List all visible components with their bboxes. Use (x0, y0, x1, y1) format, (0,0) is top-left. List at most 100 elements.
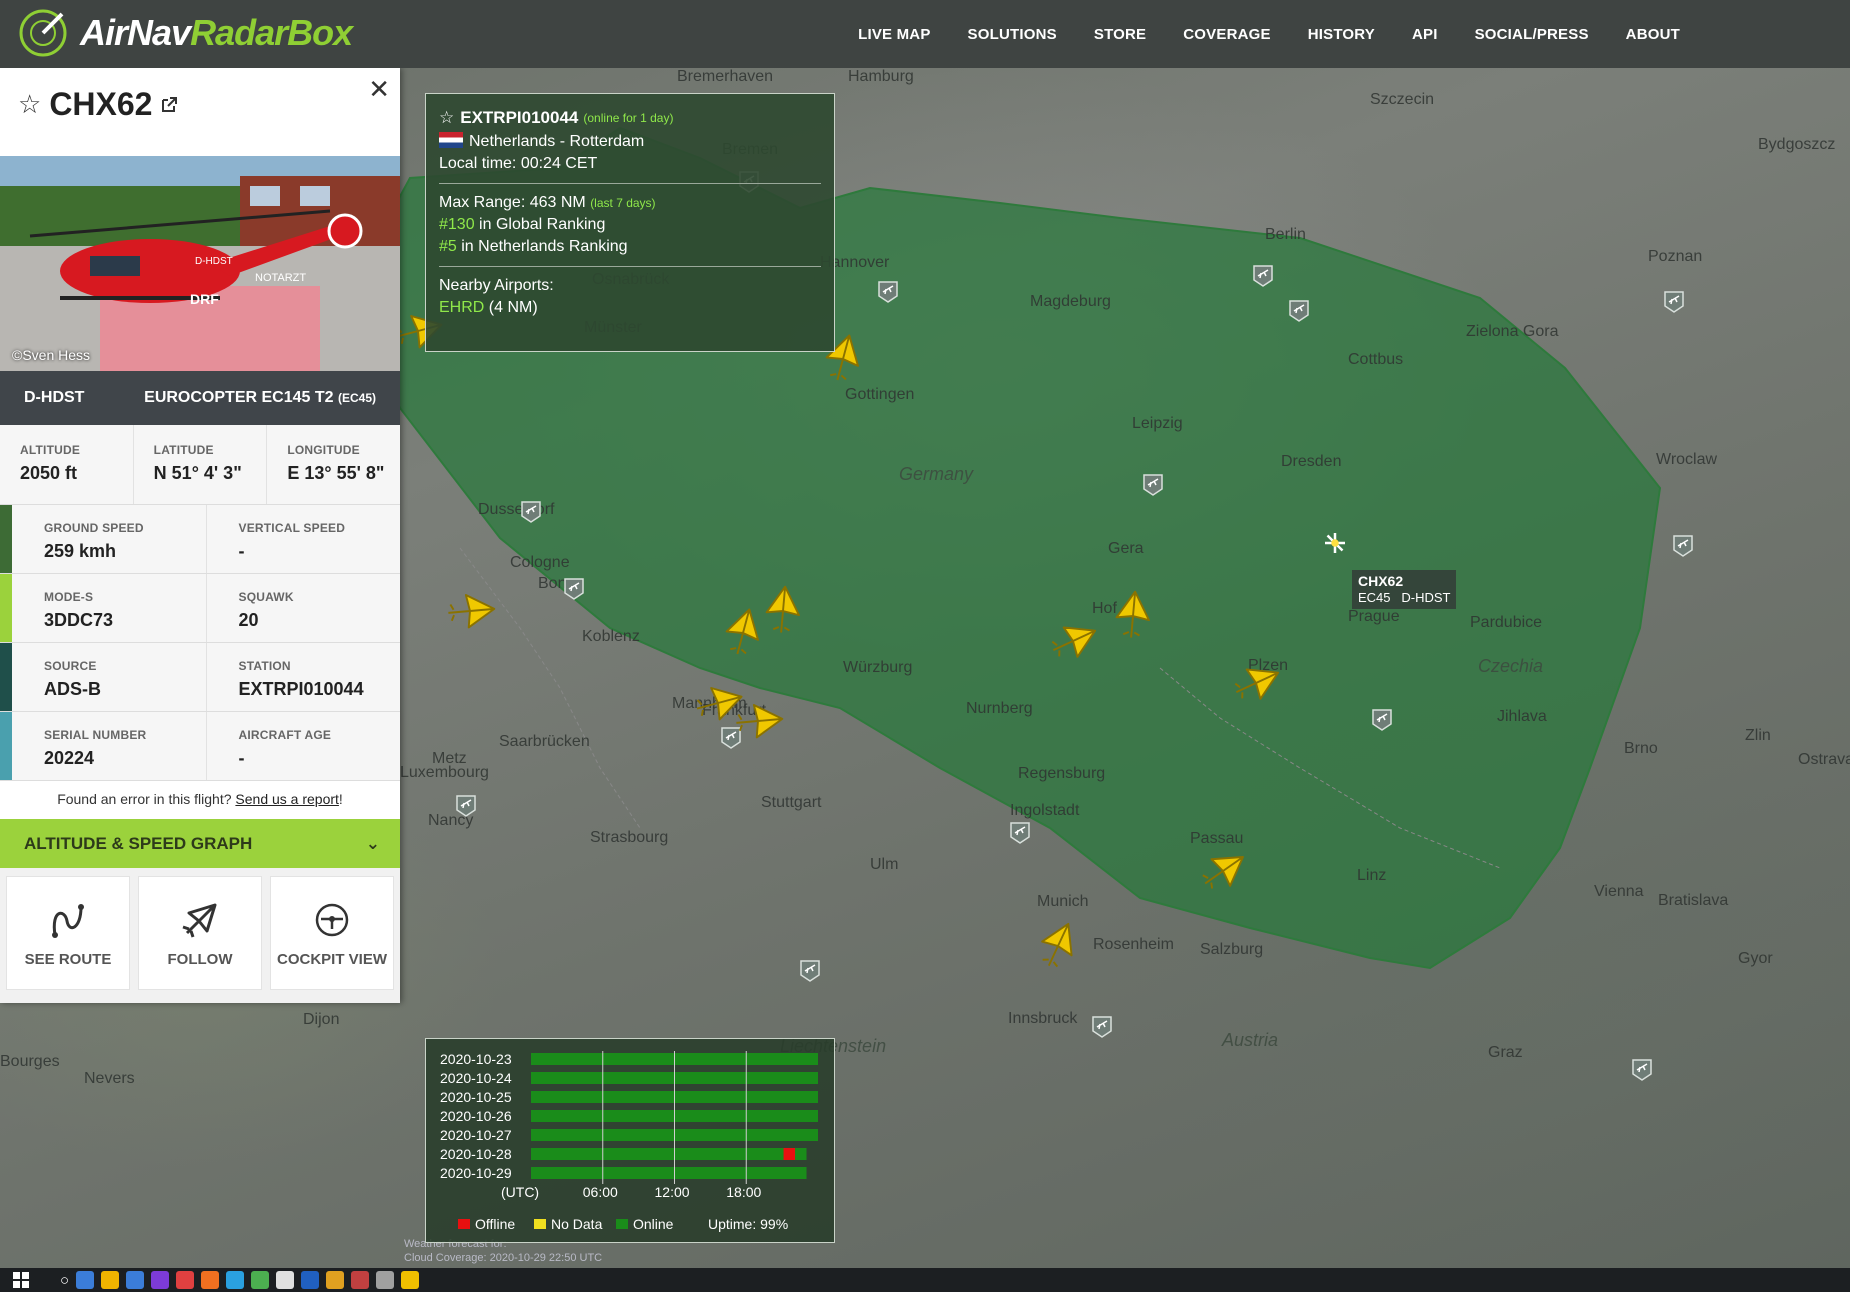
uptime-date-label: 2020-10-27 (440, 1127, 512, 1143)
svg-text:DRF: DRF (190, 291, 219, 307)
city-label-stuttgart: Stuttgart (761, 794, 822, 811)
city-label-poznan: Poznan (1648, 248, 1703, 265)
city-label-gera: Gera (1108, 540, 1144, 557)
uptime-percentage: Uptime: 99% (708, 1216, 788, 1232)
aircraft-age-value: - (238, 748, 245, 768)
nearby-airport-link[interactable]: EHRD (439, 299, 484, 316)
aircraft-icon[interactable] (1196, 844, 1249, 897)
city-label-salzburg: Salzburg (1200, 941, 1264, 958)
airport-marker-icon[interactable] (1672, 534, 1694, 558)
taskbar-app-icon[interactable] (126, 1271, 145, 1289)
nav-social-press[interactable]: SOCIAL/PRESS (1475, 26, 1589, 43)
city-label-vienna: Vienna (1594, 883, 1644, 900)
taskbar-app-icon[interactable] (401, 1271, 420, 1289)
airport-marker-icon[interactable] (1091, 1015, 1113, 1039)
altitude-speed-graph-toggle[interactable]: ALTITUDE & SPEED GRAPH ⌄ (0, 819, 400, 868)
logo[interactable]: AirNavRadarBox (18, 8, 353, 58)
nav-coverage[interactable]: COVERAGE (1183, 26, 1270, 43)
city-label-nevers: Nevers (84, 1070, 135, 1087)
city-label-cottbus: Cottbus (1348, 351, 1404, 368)
main-nav: LIVE MAP SOLUTIONS STORE COVERAGE HISTORY API… (821, 0, 1680, 68)
airport-marker-icon[interactable] (799, 959, 821, 983)
airport-marker-icon[interactable] (1142, 473, 1164, 497)
city-label-dresden: Dresden (1281, 453, 1342, 470)
action-buttons: SEE ROUTE FOLLOW COCKPIT VIEW (0, 868, 400, 998)
taskbar-app-icon[interactable] (276, 1271, 295, 1289)
windows-start-icon[interactable] (12, 1271, 30, 1289)
nav-about[interactable]: ABOUT (1626, 26, 1680, 43)
airport-marker-icon[interactable] (1252, 264, 1274, 288)
search-icon[interactable]: ○ (60, 1272, 69, 1289)
cockpit-view-button[interactable]: COCKPIT VIEW (270, 876, 394, 990)
station-name[interactable]: EXTRPI010044 (460, 108, 578, 128)
city-label-zlin: Zlin (1745, 727, 1771, 744)
max-range: Max Range: 463 NM (439, 194, 586, 211)
taskbar-app-icon[interactable] (351, 1271, 370, 1289)
taskbar-app-icon[interactable] (76, 1271, 95, 1289)
taskbar-app-icon[interactable] (201, 1271, 220, 1289)
city-label-dusseldorf: Dusseldorf (478, 501, 555, 518)
city-label-szczecin: Szczecin (1370, 91, 1435, 108)
external-link-icon[interactable] (160, 96, 178, 114)
aircraft-label[interactable]: CHX62 EC45 D-HDST (1352, 570, 1457, 609)
airport-marker-icon[interactable] (520, 500, 542, 524)
favorite-star-icon[interactable]: ☆ (439, 108, 454, 128)
airport-marker-icon[interactable] (1009, 821, 1031, 845)
uptime-legend-label: No Data (551, 1216, 603, 1232)
squawk-value: 20 (238, 610, 259, 630)
taskbar-app-icon[interactable] (301, 1271, 320, 1289)
airport-marker-icon[interactable] (1371, 708, 1393, 732)
uptime-chart: 2020-10-23 2020-10-24 2020-10-25 2020-10-26… (425, 1038, 835, 1243)
uptime-date-label: 2020-10-26 (440, 1108, 512, 1124)
airport-marker-icon[interactable] (1288, 299, 1310, 323)
aircraft-photo[interactable]: D-HDST NOTARZT DRF ©Sven Hess (0, 156, 400, 371)
registration[interactable]: D-HDST (24, 389, 84, 407)
airport-marker-icon[interactable] (1631, 1058, 1653, 1082)
netherlands-flag-icon (439, 132, 463, 148)
uptime-legend-swatch (534, 1219, 546, 1229)
favorite-star-icon[interactable]: ☆ (18, 89, 41, 120)
city-label-w-rzburg: Würzburg (843, 659, 913, 676)
uptime-x-tick-label: 18:00 (726, 1184, 761, 1200)
nav-store[interactable]: STORE (1094, 26, 1146, 43)
taskbar-app-icon[interactable] (226, 1271, 245, 1289)
city-label-innsbruck: Innsbruck (1008, 1010, 1078, 1027)
nav-api[interactable]: API (1412, 26, 1438, 43)
airport-marker-icon[interactable] (1663, 290, 1685, 314)
global-rank[interactable]: #130 (439, 216, 475, 233)
uptime-date-label: 2020-10-24 (440, 1070, 512, 1086)
taskbar-app-icon[interactable] (176, 1271, 195, 1289)
vertical-speed-value: - (238, 541, 245, 561)
taskbar-app-icon[interactable] (251, 1271, 270, 1289)
uptime-date-label: 2020-10-28 (440, 1146, 512, 1162)
nav-history[interactable]: HISTORY (1308, 26, 1375, 43)
station-value[interactable]: EXTRPI010044 (239, 679, 401, 700)
nearby-airports-label: Nearby Airports: (439, 277, 554, 294)
country-rank[interactable]: #5 (439, 238, 457, 255)
city-label-bremerhaven: Bremerhaven (677, 68, 774, 85)
taskbar-app-icon[interactable] (326, 1271, 345, 1289)
taskbar-app-icon[interactable] (151, 1271, 170, 1289)
airport-marker-icon[interactable] (455, 794, 477, 818)
close-icon[interactable]: ✕ (368, 74, 390, 105)
serial-value: 20224 (44, 748, 95, 768)
taskbar-app-icon[interactable] (101, 1271, 120, 1289)
city-label-gyor: Gyor (1738, 950, 1773, 967)
see-route-button[interactable]: SEE ROUTE (6, 876, 130, 990)
route-icon (52, 903, 84, 938)
uptime-date-label: 2020-10-23 (440, 1051, 512, 1067)
airport-marker-icon[interactable] (877, 280, 899, 304)
flight-details-panel: ☆ CHX62 ✕ D-HDST NOTARZT DRF ©Sven Hess … (0, 68, 400, 1003)
send-report-link[interactable]: Send us a report (235, 791, 339, 807)
taskbar-app-icon[interactable] (376, 1271, 395, 1289)
nav-live-map[interactable]: LIVE MAP (858, 26, 930, 43)
serial-row: SERIAL NUMBER 20224 AIRCRAFT AGE - (0, 712, 400, 781)
airplane-icon (182, 903, 217, 937)
airport-marker-icon[interactable] (563, 577, 585, 601)
aircraft-type[interactable]: EUROCOPTER EC145 T2 (EC45) (144, 389, 376, 407)
nav-solutions[interactable]: SOLUTIONS (968, 26, 1057, 43)
city-label-strasbourg: Strasbourg (590, 829, 669, 846)
selected-aircraft-icon[interactable] (1320, 528, 1350, 558)
uptime-chart-svg: 2020-10-23 2020-10-24 2020-10-25 2020-10-26… (440, 1051, 818, 1232)
follow-button[interactable]: FOLLOW (138, 876, 262, 990)
